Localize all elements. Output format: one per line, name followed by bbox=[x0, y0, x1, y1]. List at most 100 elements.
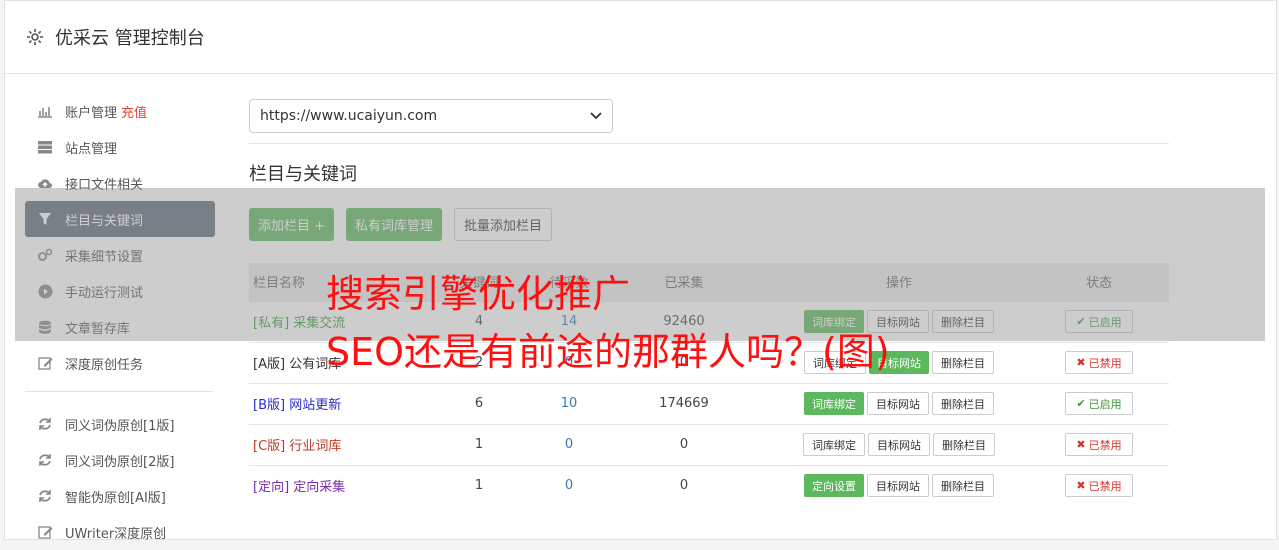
column-name-link[interactable]: 行业词库 bbox=[289, 439, 341, 454]
sidebar-item-columns-keywords[interactable]: 栏目与关键词 bbox=[25, 201, 215, 237]
sidebar-item-label: 同义词伪原创[2版] bbox=[65, 454, 175, 470]
header: 优采云 管理控制台 bbox=[5, 1, 1276, 74]
keyword-count: 1 bbox=[419, 464, 539, 506]
page-title: 优采云 管理控制台 bbox=[55, 28, 205, 49]
bind-lexicon-button[interactable]: 定向设置 bbox=[804, 474, 864, 497]
status-toggle[interactable]: ✖ 已禁用 bbox=[1065, 433, 1133, 456]
target-site-button[interactable]: 目标网站 bbox=[868, 433, 930, 456]
sidebar-divider bbox=[25, 391, 213, 392]
sidebar-item-uwriter[interactable]: UWriter深度原创 bbox=[25, 514, 215, 550]
sidebar-item-label: 接口文件相关 bbox=[65, 177, 144, 193]
column-tag[interactable]: [定向] bbox=[253, 480, 289, 495]
status-cell: ✖ 已禁用 bbox=[1029, 464, 1169, 506]
delete-column-button[interactable]: 删除栏目 bbox=[932, 351, 994, 374]
gear-icon bbox=[25, 27, 45, 47]
sidebar-item-manual-run[interactable]: 手动运行测试 bbox=[25, 273, 215, 309]
divider bbox=[249, 143, 1169, 144]
column-tag[interactable]: [私有] bbox=[253, 316, 289, 331]
refresh-icon bbox=[35, 453, 55, 467]
delete-column-button[interactable]: 删除栏目 bbox=[933, 433, 995, 456]
add-column-button[interactable]: 添加栏目 + bbox=[249, 208, 335, 241]
sidebar-item-account[interactable]: 账户管理 充值 bbox=[25, 93, 215, 129]
column-name-cell: [B版] 网站更新 bbox=[249, 382, 419, 424]
sidebar-item-synonym-v2[interactable]: 同义词伪原创[2版] bbox=[25, 442, 215, 478]
delete-column-button[interactable]: 删除栏目 bbox=[932, 392, 994, 415]
chevron-down-icon bbox=[590, 108, 602, 124]
sidebar-item-label: 采集细节设置 bbox=[65, 249, 144, 265]
sidebar-item-ai-rewrite[interactable]: 智能伪原创[AI版] bbox=[25, 478, 215, 514]
column-name-link[interactable]: 定向采集 bbox=[293, 480, 345, 495]
target-site-button[interactable]: 目标网站 bbox=[867, 392, 929, 415]
status-toggle[interactable]: ✔ 已启用 bbox=[1065, 392, 1133, 415]
status-label: 已启用 bbox=[1088, 397, 1122, 411]
refresh-icon bbox=[35, 489, 55, 503]
status-label: 已禁用 bbox=[1088, 479, 1122, 493]
column-name-cell: [定向] 定向采集 bbox=[249, 464, 419, 506]
sidebar-item-synonym-v1[interactable]: 同义词伪原创[1版] bbox=[25, 406, 215, 442]
close-icon: ✖ bbox=[1076, 356, 1086, 369]
site-select-value: https://www.ucaiyun.com bbox=[260, 108, 438, 124]
column-tag[interactable]: [A版] bbox=[253, 357, 285, 372]
private-lexicon-button[interactable]: 私有词库管理 bbox=[346, 208, 443, 241]
sidebar-item-label: 同义词伪原创[1版] bbox=[65, 418, 175, 434]
column-tag[interactable]: [B版] bbox=[253, 398, 285, 413]
operations-cell: 词库绑定 目标网站 删除栏目 bbox=[769, 382, 1029, 424]
column-name-link[interactable]: 网站更新 bbox=[289, 398, 341, 413]
filter-icon bbox=[35, 212, 55, 226]
sidebar-item-interface-files[interactable]: 接口文件相关 bbox=[25, 165, 215, 201]
delete-column-button[interactable]: 删除栏目 bbox=[932, 474, 994, 497]
sidebar-item-label: 智能伪原创[AI版] bbox=[65, 490, 166, 506]
cogs-icon bbox=[35, 248, 55, 262]
status-cell: ✔ 已启用 bbox=[1029, 300, 1169, 342]
refresh-icon bbox=[35, 417, 55, 431]
bind-lexicon-button[interactable]: 词库绑定 bbox=[804, 392, 864, 415]
bar-chart-icon bbox=[35, 104, 55, 118]
column-name-link[interactable]: 采集交流 bbox=[293, 316, 345, 331]
close-icon: ✖ bbox=[1076, 438, 1086, 451]
delete-column-button[interactable]: 删除栏目 bbox=[932, 310, 994, 333]
table-row: [B版] 网站更新 6 10 174669 词库绑定 目标网站 删除栏目 ✔ 已启用 bbox=[249, 382, 1169, 424]
recharge-link[interactable]: 充值 bbox=[121, 102, 147, 121]
pending-count[interactable]: 0 bbox=[539, 464, 599, 506]
close-icon: ✖ bbox=[1076, 479, 1086, 492]
status-toggle[interactable]: ✖ 已禁用 bbox=[1065, 351, 1133, 374]
status-toggle[interactable]: ✔ 已启用 bbox=[1065, 310, 1133, 333]
console-panel: 优采云 管理控制台 账户管理 充值 站点管理 接口文件相关 栏目与关键词 采集细… bbox=[4, 0, 1277, 542]
sidebar-item-label: 栏目与关键词 bbox=[65, 213, 144, 229]
overlay-title-line2: SEO还是有前途的那群人吗？(图) bbox=[326, 330, 890, 374]
sidebar-item-article-store[interactable]: 文章暂存库 bbox=[25, 309, 215, 345]
col-header-status: 状态 bbox=[1085, 276, 1112, 292]
table-row: [定向] 定向采集 1 0 0 定向设置 目标网站 删除栏目 ✖ 已禁用 bbox=[249, 464, 1169, 506]
check-icon: ✔ bbox=[1076, 315, 1086, 328]
sidebar-item-label: 账户管理 bbox=[65, 105, 118, 121]
collected-count: 0 bbox=[599, 423, 769, 465]
sidebar-item-label: 文章暂存库 bbox=[65, 321, 131, 337]
status-label: 已禁用 bbox=[1088, 438, 1122, 452]
batch-add-column-button[interactable]: 批量添加栏目 bbox=[454, 208, 553, 241]
column-tag[interactable]: [C版] bbox=[253, 439, 285, 454]
sidebar-item-deep-original[interactable]: 深度原创任务 bbox=[25, 345, 215, 381]
status-cell: ✖ 已禁用 bbox=[1029, 423, 1169, 465]
sidebar-item-label: UWriter深度原创 bbox=[65, 526, 167, 542]
status-cell: ✔ 已启用 bbox=[1029, 382, 1169, 424]
operations-cell: 词库绑定 目标网站 删除栏目 bbox=[769, 423, 1029, 465]
sidebar-item-label: 深度原创任务 bbox=[65, 357, 144, 373]
keyword-count: 6 bbox=[419, 382, 539, 424]
site-select[interactable]: https://www.ucaiyun.com bbox=[249, 99, 613, 133]
target-site-button[interactable]: 目标网站 bbox=[867, 474, 929, 497]
check-icon: ✔ bbox=[1076, 397, 1086, 410]
sidebar-item-sites[interactable]: 站点管理 bbox=[25, 129, 215, 165]
sidebar-item-label: 站点管理 bbox=[65, 141, 118, 157]
collected-count: 0 bbox=[599, 464, 769, 506]
status-label: 已启用 bbox=[1088, 315, 1122, 329]
sidebar-item-collect-settings[interactable]: 采集细节设置 bbox=[25, 237, 215, 273]
status-toggle[interactable]: ✖ 已禁用 bbox=[1065, 474, 1133, 497]
col-header-operations: 操作 bbox=[885, 276, 912, 292]
section-title: 栏目与关键词 bbox=[249, 164, 357, 185]
server-icon bbox=[35, 140, 55, 154]
column-name-cell: [C版] 行业词库 bbox=[249, 423, 419, 465]
collected-count: 174669 bbox=[599, 382, 769, 424]
bind-lexicon-button[interactable]: 词库绑定 bbox=[803, 433, 865, 456]
pending-count[interactable]: 10 bbox=[539, 382, 599, 424]
pending-count[interactable]: 0 bbox=[539, 423, 599, 465]
